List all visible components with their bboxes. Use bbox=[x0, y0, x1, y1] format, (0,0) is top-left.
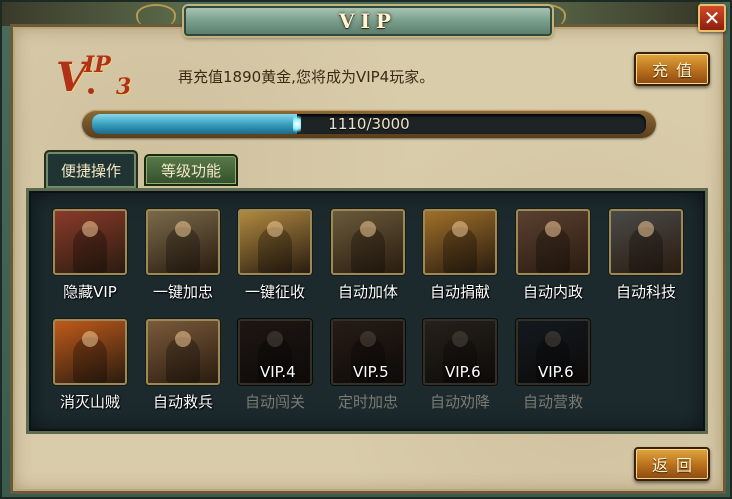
tab-level-features[interactable]: 等级功能 bbox=[144, 154, 238, 186]
official-icon bbox=[516, 209, 590, 275]
vip-badge-dot bbox=[88, 88, 94, 94]
feature-label: 自动营救 bbox=[522, 393, 583, 411]
frame-ornament-left bbox=[2, 2, 182, 26]
farmer-icon bbox=[238, 209, 312, 275]
feature-6[interactable]: 自动科技 bbox=[609, 209, 683, 305]
feature-9[interactable]: VIP.4 自动闯关 bbox=[238, 319, 312, 415]
feature-label: 一键加忠 bbox=[152, 283, 213, 301]
scholar-icon bbox=[146, 209, 220, 275]
vip-requirement: VIP.6 bbox=[445, 363, 481, 381]
feature-label: 自动科技 bbox=[615, 283, 676, 301]
figure-head bbox=[638, 221, 654, 237]
feature-2[interactable]: 一键征收 bbox=[238, 209, 312, 305]
recharge-button[interactable]: 充值 bbox=[634, 52, 710, 86]
figure-head bbox=[267, 221, 283, 237]
swirl-ornament-icon bbox=[136, 4, 176, 26]
banner-sunset-icon bbox=[53, 319, 127, 385]
vip-upgrade-message: 再充值1890黄金,您将成为VIP4玩家。 bbox=[178, 68, 435, 86]
close-icon: ✕ bbox=[703, 6, 721, 30]
figure-head bbox=[452, 221, 468, 237]
feature-0[interactable]: 隐藏VIP bbox=[53, 209, 127, 305]
figure-head bbox=[545, 331, 561, 347]
vip-window: VIP ✕ V IP 3 再充值1890黄金,您将成为VIP4玩家。 充值 11… bbox=[0, 0, 732, 499]
figure-head bbox=[360, 221, 376, 237]
warrior-icon bbox=[331, 209, 405, 275]
figure-head bbox=[175, 331, 191, 347]
feature-5[interactable]: 自动内政 bbox=[516, 209, 590, 305]
feature-label: 消灭山贼 bbox=[59, 393, 120, 411]
feature-4[interactable]: 自动捐献 bbox=[423, 209, 497, 305]
feature-label: 自动闯关 bbox=[244, 393, 305, 411]
feature-label: 自动劝降 bbox=[429, 393, 490, 411]
tab-quick-actions[interactable]: 便捷操作 bbox=[44, 150, 138, 188]
progress-text: 1110/3000 bbox=[328, 115, 410, 133]
spearman-icon bbox=[423, 209, 497, 275]
figure-head bbox=[452, 331, 468, 347]
feature-label: 定时加忠 bbox=[337, 393, 398, 411]
feature-11[interactable]: VIP.6 自动劝降 bbox=[423, 319, 497, 415]
feature-label: 自动捐献 bbox=[429, 283, 490, 301]
feature-label: 自动加体 bbox=[337, 283, 398, 301]
close-button[interactable]: ✕ bbox=[698, 4, 726, 32]
back-button[interactable]: 返回 bbox=[634, 447, 710, 481]
feature-label: 隐藏VIP bbox=[63, 283, 117, 301]
feature-grid: 隐藏VIP 一键加忠 一键征收 自动加体 自动捐献 自动内政 自动科技消灭山贼 自动救兵 VIP… bbox=[26, 188, 708, 434]
feature-10[interactable]: VIP.5 定时加忠 bbox=[331, 319, 405, 415]
vip-progress-bar: 1110/3000 bbox=[82, 110, 656, 138]
vip-requirement: VIP.6 bbox=[538, 363, 574, 381]
figure-head bbox=[82, 221, 98, 237]
feature-label: 自动内政 bbox=[522, 283, 583, 301]
figure-head bbox=[267, 331, 283, 347]
camp-icon bbox=[146, 319, 220, 385]
vip-requirement: VIP.5 bbox=[353, 363, 389, 381]
vip-badge-v: V bbox=[56, 54, 88, 101]
feature-7[interactable]: 消灭山贼 bbox=[53, 319, 127, 415]
feature-1[interactable]: 一键加忠 bbox=[146, 209, 220, 305]
figure-head bbox=[545, 221, 561, 237]
feature-3[interactable]: 自动加体 bbox=[331, 209, 405, 305]
figure-head bbox=[175, 221, 191, 237]
vip-badge-ip: IP bbox=[84, 52, 111, 78]
feature-label: 一键征收 bbox=[244, 283, 305, 301]
figure-head bbox=[360, 331, 376, 347]
twin-generals-icon bbox=[53, 209, 127, 275]
library-icon bbox=[609, 209, 683, 275]
title-plate: VIP bbox=[184, 6, 552, 36]
feature-12[interactable]: VIP.6 自动营救 bbox=[516, 319, 590, 415]
vip-requirement: VIP.4 bbox=[260, 363, 296, 381]
vip-level-badge: V IP 3 bbox=[56, 52, 146, 106]
figure-head bbox=[82, 331, 98, 347]
vip-level-number: 3 bbox=[116, 74, 132, 100]
window-title: VIP bbox=[339, 9, 397, 33]
feature-8[interactable]: 自动救兵 bbox=[146, 319, 220, 415]
progress-track: 1110/3000 bbox=[92, 114, 646, 134]
feature-label: 自动救兵 bbox=[152, 393, 213, 411]
